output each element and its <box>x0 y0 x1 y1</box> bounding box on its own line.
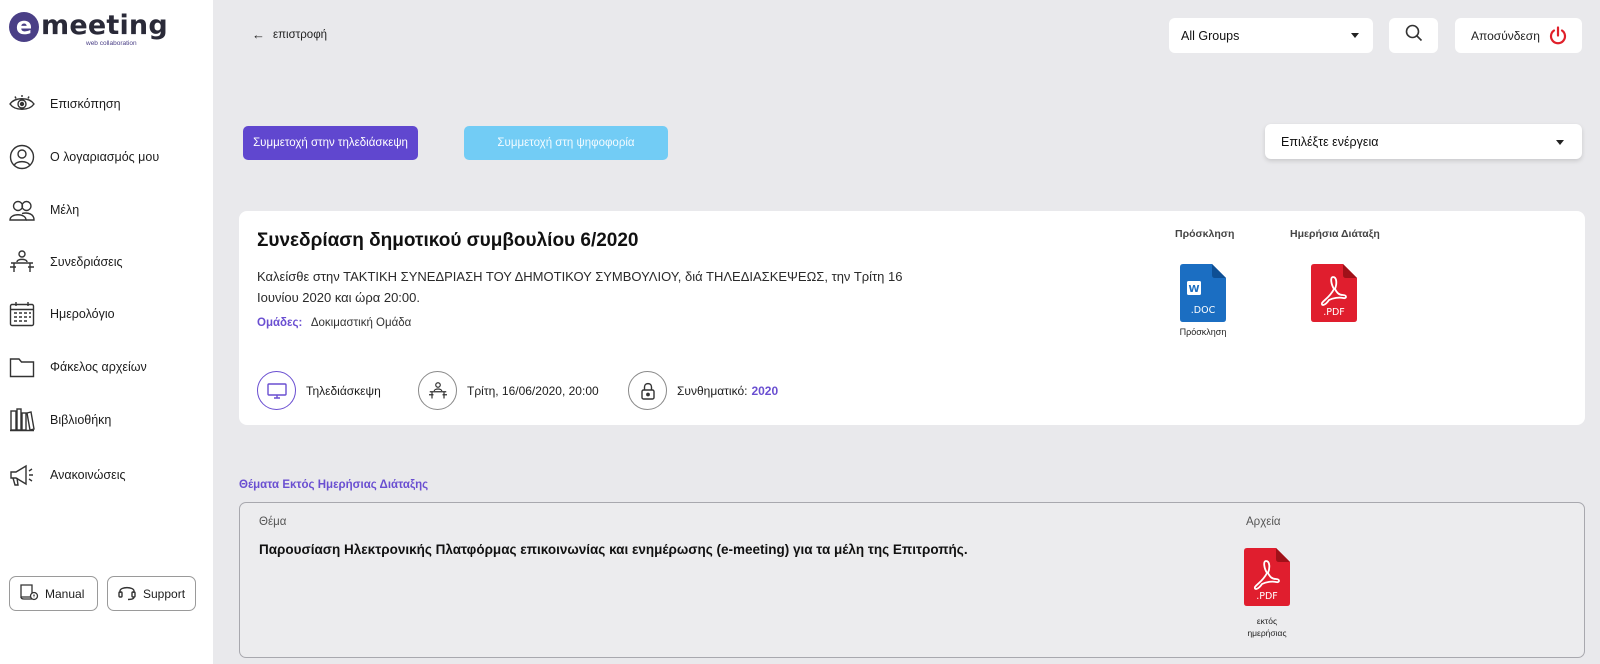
svg-text:W: W <box>1188 284 1199 295</box>
headset-icon <box>117 583 143 604</box>
folder-icon <box>8 353 36 381</box>
support-label: Support <box>143 586 186 601</box>
topic-text: Παρουσίαση Ηλεκτρονικής Πλατφόρμας επικο… <box>259 542 968 557</box>
meeting-groups: Ομάδες: Δοκιμαστική Ομάδα <box>257 317 411 329</box>
groups-label: Ομάδες: <box>257 317 303 329</box>
app-logo[interactable]: e meeting web collaboration <box>9 10 168 47</box>
lock-icon <box>628 371 667 410</box>
calendar-icon <box>8 300 36 328</box>
sidebar-item-label: Ανακοινώσεις <box>50 468 126 482</box>
topic-column-header: Θέμα <box>259 516 287 528</box>
off-agenda-section-title: Θέματα Εκτός Ημερήσιας Διάταξης <box>239 479 429 491</box>
library-icon <box>8 406 36 434</box>
meeting-table-icon <box>418 371 457 410</box>
sidebar-item-label: Βιβλιοθήκη <box>50 413 112 427</box>
pdf-ext-label: .PDF <box>1323 307 1345 318</box>
meeting-card: Συνεδρίαση δημοτικού συμβουλίου 6/2020 Κ… <box>239 211 1585 425</box>
join-conference-button[interactable]: Συμμετοχή στην τηλεδιάσκεψη <box>243 126 418 160</box>
doc-file-icon[interactable]: W .DOC <box>1180 264 1226 322</box>
select-action-dropdown[interactable]: Επιλέξτε ενέργεια <box>1265 124 1582 159</box>
sidebar-item-library[interactable]: Βιβλιοθήκη <box>8 405 208 435</box>
sidebar-item-label: Ημερολόγιο <box>50 307 115 321</box>
search-icon <box>1405 24 1423 47</box>
sidebar-item-announcements[interactable]: Ανακοινώσεις <box>8 460 208 490</box>
sidebar-item-meetings[interactable]: Συνεδριάσεις <box>8 247 208 277</box>
invitation-file-caption: Πρόσκληση <box>1179 327 1227 337</box>
logo-wordmark: meeting <box>41 10 168 41</box>
agenda-header: Ημερήσια Διάταξη <box>1290 228 1380 240</box>
eye-icon <box>8 90 36 118</box>
sidebar-item-label: Επισκόπηση <box>50 97 121 111</box>
off-agenda-topic-card: Θέμα Αρχεία Παρουσίαση Ηλεκτρονικής Πλατ… <box>239 502 1585 658</box>
pdf-file-icon[interactable]: .PDF <box>1244 548 1290 606</box>
user-circle-icon <box>8 143 36 171</box>
password-label: Συνθηματικό: <box>677 383 748 398</box>
sidebar-item-label: Μέλη <box>50 203 80 217</box>
chevron-down-icon <box>1556 140 1564 145</box>
sidebar-item-label: Φάκελος αρχείων <box>50 360 147 374</box>
groups-select-value: All Groups <box>1181 28 1240 43</box>
meeting-type-label: Τηλεδιάσκεψη <box>306 383 381 398</box>
logo-tagline: web collaboration <box>86 40 137 47</box>
meeting-datetime: Τρίτη, 16/06/2020, 20:00 <box>418 371 599 410</box>
sidebar: e meeting web collaboration Επισκόπηση Ο… <box>0 0 213 664</box>
manual-book-icon <box>19 583 45 604</box>
megaphone-icon <box>8 461 36 489</box>
chevron-down-icon <box>1351 33 1359 38</box>
search-button[interactable] <box>1389 18 1438 53</box>
join-vote-button[interactable]: Συμμετοχή στη ψηφοφορία <box>464 126 668 160</box>
sidebar-item-calendar[interactable]: Ημερολόγιο <box>8 299 208 329</box>
sidebar-item-overview[interactable]: Επισκόπηση <box>8 89 208 119</box>
meeting-datetime-value: Τρίτη, 16/06/2020, 20:00 <box>467 383 599 398</box>
meeting-title: Συνεδρίαση δημοτικού συμβουλίου 6/2020 <box>257 230 639 251</box>
off-agenda-file-caption: εκτός ημερήσιας <box>1247 616 1287 638</box>
sidebar-item-members[interactable]: Μέλη <box>8 195 208 225</box>
meeting-password: Συνθηματικό: 2020 <box>628 371 778 410</box>
manual-button[interactable]: Manual <box>9 576 98 611</box>
sidebar-item-label: Συνεδριάσεις <box>50 255 123 269</box>
back-link[interactable]: ← επιστροφή <box>252 27 327 42</box>
sidebar-item-account[interactable]: Ο λογαριασμός μου <box>8 142 208 172</box>
support-button[interactable]: Support <box>107 576 196 611</box>
logout-button[interactable]: Αποσύνδεση <box>1455 18 1582 53</box>
select-action-value: Επιλέξτε ενέργεια <box>1281 134 1379 149</box>
groups-select[interactable]: All Groups <box>1169 18 1373 53</box>
meeting-description: Καλείσθε στην ΤΑΚΤΙΚΗ ΣΥΝΕΔΡΙΑΣΗ ΤΟΥ ΔΗΜ… <box>257 269 903 305</box>
sidebar-item-files[interactable]: Φάκελος αρχείων <box>8 352 208 382</box>
users-icon <box>8 196 36 224</box>
arrow-left-icon: ← <box>252 27 265 42</box>
sidebar-item-label: Ο λογαριασμός μου <box>50 150 160 164</box>
logout-label: Αποσύνδεση <box>1471 28 1540 43</box>
monitor-icon <box>257 371 296 410</box>
invitation-header: Πρόσκληση <box>1175 228 1235 240</box>
meeting-table-icon <box>8 248 36 276</box>
groups-value: Δοκιμαστική Ομάδα <box>310 317 412 329</box>
files-column-header: Αρχεία <box>1246 516 1281 528</box>
manual-label: Manual <box>45 586 85 601</box>
meeting-type: Τηλεδιάσκεψη <box>257 371 381 410</box>
password-value: 2020 <box>751 383 779 398</box>
logo-letter: e <box>9 12 39 42</box>
doc-ext-label: .DOC <box>1191 305 1216 316</box>
back-label: επιστροφή <box>273 28 328 41</box>
pdf-file-icon[interactable]: .PDF <box>1311 264 1357 322</box>
pdf-ext-label: .PDF <box>1256 591 1278 602</box>
